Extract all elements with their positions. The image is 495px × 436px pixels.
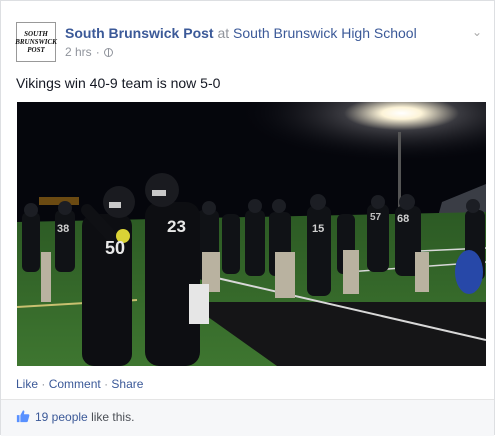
jersey-number: 68	[397, 213, 409, 225]
post-photo[interactable]: 50 23 38 15 68 57	[17, 102, 486, 366]
share-link[interactable]: Share	[111, 377, 143, 391]
jersey-number: 23	[167, 217, 186, 236]
comment-link[interactable]: Comment	[49, 377, 101, 391]
jersey-number: 15	[312, 223, 324, 235]
jersey-number: 38	[57, 223, 69, 235]
globe-icon	[103, 47, 113, 57]
logo-line-2: BRUNSWICK	[15, 38, 57, 46]
jersey-number: 57	[370, 212, 382, 223]
like-link[interactable]: Like	[16, 377, 38, 391]
likes-people-link[interactable]: 19 people	[35, 410, 88, 424]
post-header: South Brunswick Post at South Brunswick …	[65, 25, 417, 41]
action-separator: ·	[104, 377, 109, 391]
post-meta: 2 hrs ·	[65, 45, 113, 59]
likes-suffix: like this.	[91, 410, 135, 424]
at-label: at	[217, 25, 230, 41]
post-actions: Like · Comment · Share	[16, 377, 143, 391]
location-link[interactable]: South Brunswick High School	[233, 25, 417, 41]
logo-line-1: SOUTH	[24, 30, 48, 38]
page-name-link[interactable]: South Brunswick Post	[65, 25, 214, 41]
action-separator: ·	[41, 377, 46, 391]
meta-dot: ·	[95, 45, 100, 59]
timestamp[interactable]: 2 hrs	[65, 45, 92, 59]
likes-text: 19 people like this.	[35, 410, 134, 424]
chevron-down-icon[interactable]: ⌄	[472, 25, 482, 39]
post-card: SOUTH BRUNSWICK POST South Brunswick Pos…	[0, 0, 495, 436]
jersey-number: 50	[105, 238, 125, 258]
thumbs-up-icon	[16, 410, 30, 423]
post-text: Vikings win 40-9 team is now 5-0	[16, 75, 221, 91]
page-logo[interactable]: SOUTH BRUNSWICK POST	[15, 22, 57, 62]
football-field-photo: 50 23 38 15 68 57	[17, 102, 486, 366]
likes-summary: 19 people like this.	[1, 399, 494, 436]
logo-line-3: POST	[27, 46, 45, 54]
